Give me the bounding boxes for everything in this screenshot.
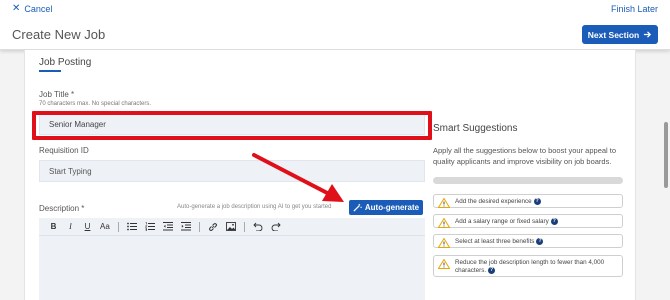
annotation-arrow <box>252 153 344 202</box>
scrollbar[interactable] <box>664 122 668 188</box>
